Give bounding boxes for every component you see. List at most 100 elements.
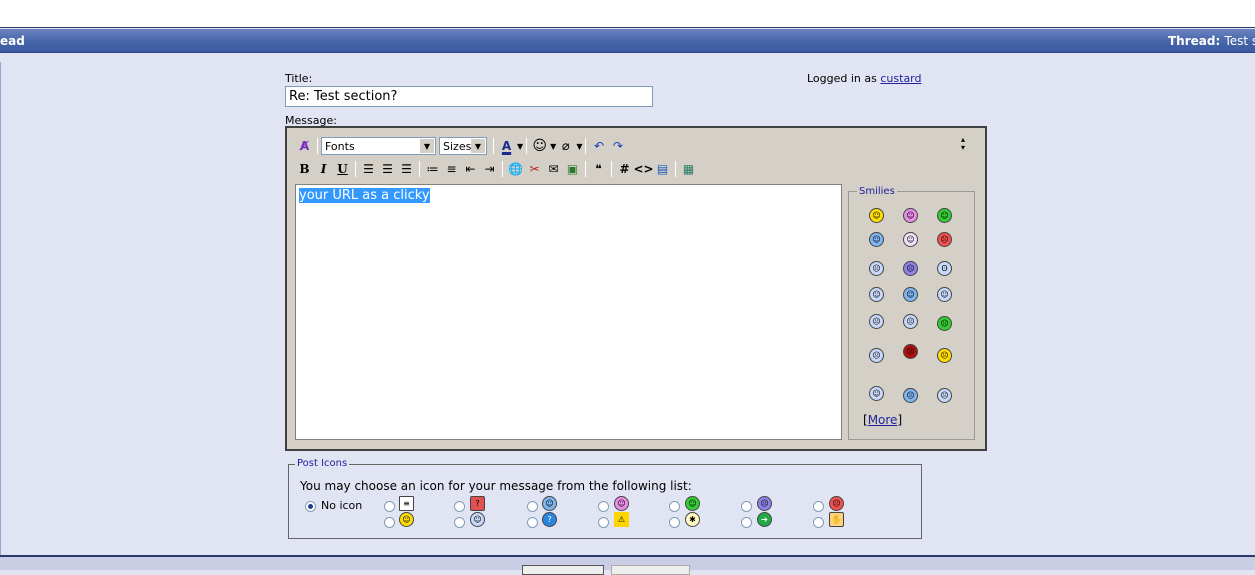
chevron-down-icon: ▼ [420,139,434,153]
underline-button[interactable]: U [333,160,352,179]
headbang-icon[interactable]: ☹ [903,314,918,329]
radio-post-icon[interactable] [598,501,609,512]
mad-icon[interactable]: ☹ [937,232,952,247]
radio-post-icon[interactable] [384,517,395,528]
radio-post-icon[interactable] [669,517,680,528]
post-cool-icon: ☺ [470,512,485,527]
radio-post-icon[interactable] [527,517,538,528]
php-code-icon[interactable]: ▤ [653,160,672,179]
tongue-icon[interactable]: ☺ [903,232,918,247]
post-mad-icon: ☹ [829,496,844,511]
sad-icon[interactable]: ☹ [903,388,918,403]
chevron-down-icon[interactable]: ▼ [576,142,582,151]
chevron-down-icon[interactable]: ▼ [517,142,523,151]
smiley-icon[interactable]: ☺ [530,137,549,156]
toolbar-separator [317,138,318,154]
radio-post-icon[interactable] [527,501,538,512]
smile-icon[interactable]: ☺ [869,208,884,223]
zapped-icon[interactable]: ☹ [937,348,952,363]
sick-icon[interactable]: ☹ [937,316,952,331]
resize-toggle-icon[interactable]: ▴ ▾ [961,136,965,152]
radio-post-icon[interactable] [598,517,609,528]
text-color-icon[interactable]: A [497,137,516,156]
rolleyes-icon[interactable]: ☺ [903,287,918,302]
sign-icon[interactable]: ☹ [869,314,884,329]
ordered-list-icon[interactable]: ≔ [423,160,442,179]
no-icon-label: No icon [321,499,363,512]
insert-image-icon[interactable]: ▣ [563,160,582,179]
align-left-icon[interactable]: ☰ [359,160,378,179]
size-select[interactable]: Sizes ▼ [439,137,487,155]
radio-post-icon[interactable] [454,501,465,512]
post-smile-icon: ☺ [399,512,414,527]
post-icons-box: Post Icons You may choose an icon for yo… [288,458,922,539]
unordered-list-icon[interactable]: ≡ [442,160,461,179]
selected-text: your URL as a clicky [299,188,430,203]
message-textarea[interactable]: your URL as a clicky [295,184,842,440]
indent-icon[interactable]: ⇥ [480,160,499,179]
toolbar-separator [493,138,494,154]
radio-post-icon[interactable] [813,517,824,528]
toolbar-separator [502,161,503,177]
laugh-icon[interactable]: ☺ [903,208,918,223]
bold-button[interactable]: B [295,160,314,179]
html-code-icon[interactable]: <> [633,160,653,179]
thumbs-up-icon: ✋ [829,512,844,527]
more-smilies-link[interactable]: More [868,413,898,427]
logged-in-prefix: Logged in as [807,72,877,85]
frown-icon[interactable]: ☹ [903,261,918,276]
remove-format-icon[interactable]: A̸ [295,137,314,156]
submit-button[interactable] [522,565,604,575]
radio-post-icon[interactable] [454,517,465,528]
thread-header-bar: ead Thread: Test s [0,29,1255,53]
devil-icon[interactable]: ☹ [903,344,918,359]
align-center-icon[interactable]: ☰ [378,160,397,179]
outdent-icon[interactable]: ⇤ [461,160,480,179]
radio-post-icon[interactable] [813,501,824,512]
email-link-icon[interactable]: ✉ [544,160,563,179]
radio-no-icon[interactable] [305,501,316,512]
italic-button[interactable]: I [314,160,333,179]
post-icons-legend: Post Icons [295,458,350,469]
toolbar-separator [611,161,612,177]
username-link[interactable]: custard [880,72,921,85]
title-input[interactable] [285,86,653,107]
logged-in-info: Logged in as custard [807,72,922,85]
dizzy-icon[interactable]: ☹ [869,348,884,363]
warning-icon: ⚠ [614,512,629,527]
grin-icon[interactable]: ☺ [937,208,952,223]
title-label: Title: [285,72,313,85]
cool-icon[interactable]: ☺ [869,287,884,302]
switch-mode-icon[interactable]: ▦ [679,160,698,179]
insert-link-icon[interactable]: 🌐 [506,160,525,179]
thumbs-up-icon[interactable]: ☺ [937,287,952,302]
redo-icon[interactable]: ↷ [608,137,627,156]
radio-post-icon[interactable] [669,501,680,512]
radio-post-icon[interactable] [384,501,395,512]
banana-icon[interactable]: ☺ [869,386,884,401]
post-document-icon: ≡ [399,496,414,511]
crying-icon[interactable]: ☹ [937,388,952,403]
wink-icon[interactable]: ☺ [869,232,884,247]
post-icons-description: You may choose an icon for your message … [300,479,692,493]
font-select[interactable]: Fonts ▼ [321,137,436,155]
toolbar-separator [675,161,676,177]
quote-icon[interactable]: ❝ [589,160,608,179]
lightbulb-icon: ✱ [685,512,700,527]
eek-icon[interactable]: ʘ [937,261,952,276]
post-wink-icon: ☺ [542,496,557,511]
attachment-icon[interactable]: ⌀ [556,137,575,156]
radio-post-icon[interactable] [741,517,752,528]
align-right-icon[interactable]: ☰ [397,160,416,179]
confused-icon[interactable]: ☹ [869,261,884,276]
more-smilies: [More] [863,413,903,427]
header-thread-info: Thread: Test s [1168,34,1255,48]
undo-icon[interactable]: ↶ [589,137,608,156]
wrap-code-icon[interactable]: # [615,160,634,179]
remove-link-icon[interactable]: ✂ [525,160,544,179]
wysiwyg-editor: ▴ ▾ A̸ Fonts ▼ Sizes ▼ A ▼ ☺ ▼ ⌀ ▼ ↶ ↷ B I U ☰… [285,126,987,451]
post-laugh-icon: ☺ [614,496,629,511]
header-left-text: ead [0,34,25,48]
preview-button[interactable] [611,565,690,575]
radio-post-icon[interactable] [741,501,752,512]
